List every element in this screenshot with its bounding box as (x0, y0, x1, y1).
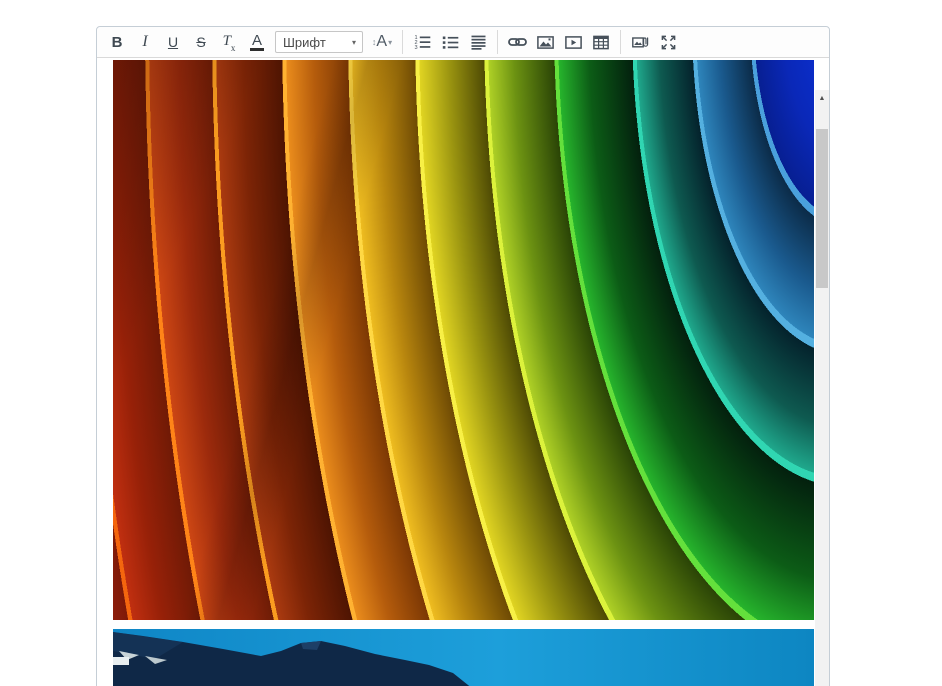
rainbow-arcs-image[interactable] (113, 60, 814, 620)
chevron-down-icon: ▾ (388, 38, 392, 47)
table-icon (593, 35, 609, 50)
editor-content-area[interactable]: ▲ (97, 58, 829, 686)
maximize-icon (661, 35, 676, 50)
bulleted-list-button[interactable] (436, 29, 464, 55)
bold-icon: B (112, 34, 123, 51)
font-size-icon: A (376, 33, 387, 51)
vertical-scrollbar[interactable]: ▲ (815, 90, 829, 686)
image-upload-paperclip-icon (632, 35, 649, 50)
italic-button[interactable]: I (131, 29, 159, 55)
bulleted-list-icon (442, 34, 459, 50)
text-color-icon: A (250, 34, 264, 51)
italic-icon: I (142, 33, 147, 51)
media-play-icon (565, 35, 582, 50)
font-family-dropdown[interactable]: Шрифт ▾ (275, 31, 363, 53)
image-icon (537, 35, 554, 50)
remove-format-icon: Tx (223, 33, 236, 51)
font-family-value: Шрифт (276, 35, 352, 50)
bold-button[interactable]: B (103, 29, 131, 55)
image-button[interactable] (531, 29, 559, 55)
numbered-list-icon: 123 (414, 34, 431, 50)
justify-icon (471, 34, 486, 50)
table-button[interactable] (587, 29, 615, 55)
scroll-up-arrow-icon: ▲ (819, 95, 826, 102)
svg-text:3: 3 (414, 45, 417, 50)
link-icon (508, 36, 527, 48)
underline-icon: U (168, 34, 178, 50)
mountain-silhouette (113, 629, 814, 686)
mountain-landscape-image[interactable] (113, 629, 814, 686)
toolbar-separator (620, 30, 621, 54)
toolbar-separator (402, 30, 403, 54)
scroll-up-button[interactable]: ▲ (815, 90, 829, 106)
image-upload-button[interactable] (626, 29, 654, 55)
editor-toolbar: B I U S Tx A Шрифт ▾ ↕ A ▾ (97, 27, 829, 58)
font-size-button[interactable]: ↕ A ▾ (367, 29, 397, 55)
justify-button[interactable] (464, 29, 492, 55)
media-button[interactable] (559, 29, 587, 55)
underline-button[interactable]: U (159, 29, 187, 55)
strikethrough-icon: S (196, 34, 205, 50)
numbered-list-button[interactable]: 123 (408, 29, 436, 55)
text-color-button[interactable]: A (243, 29, 271, 55)
chevron-down-icon: ▾ (352, 38, 362, 47)
remove-format-button[interactable]: Tx (215, 29, 243, 55)
toolbar-separator (497, 30, 498, 54)
link-button[interactable] (503, 29, 531, 55)
strikethrough-button[interactable]: S (187, 29, 215, 55)
scrollbar-thumb[interactable] (816, 129, 828, 288)
rich-text-editor: B I U S Tx A Шрифт ▾ ↕ A ▾ (96, 26, 830, 686)
maximize-button[interactable] (654, 29, 682, 55)
